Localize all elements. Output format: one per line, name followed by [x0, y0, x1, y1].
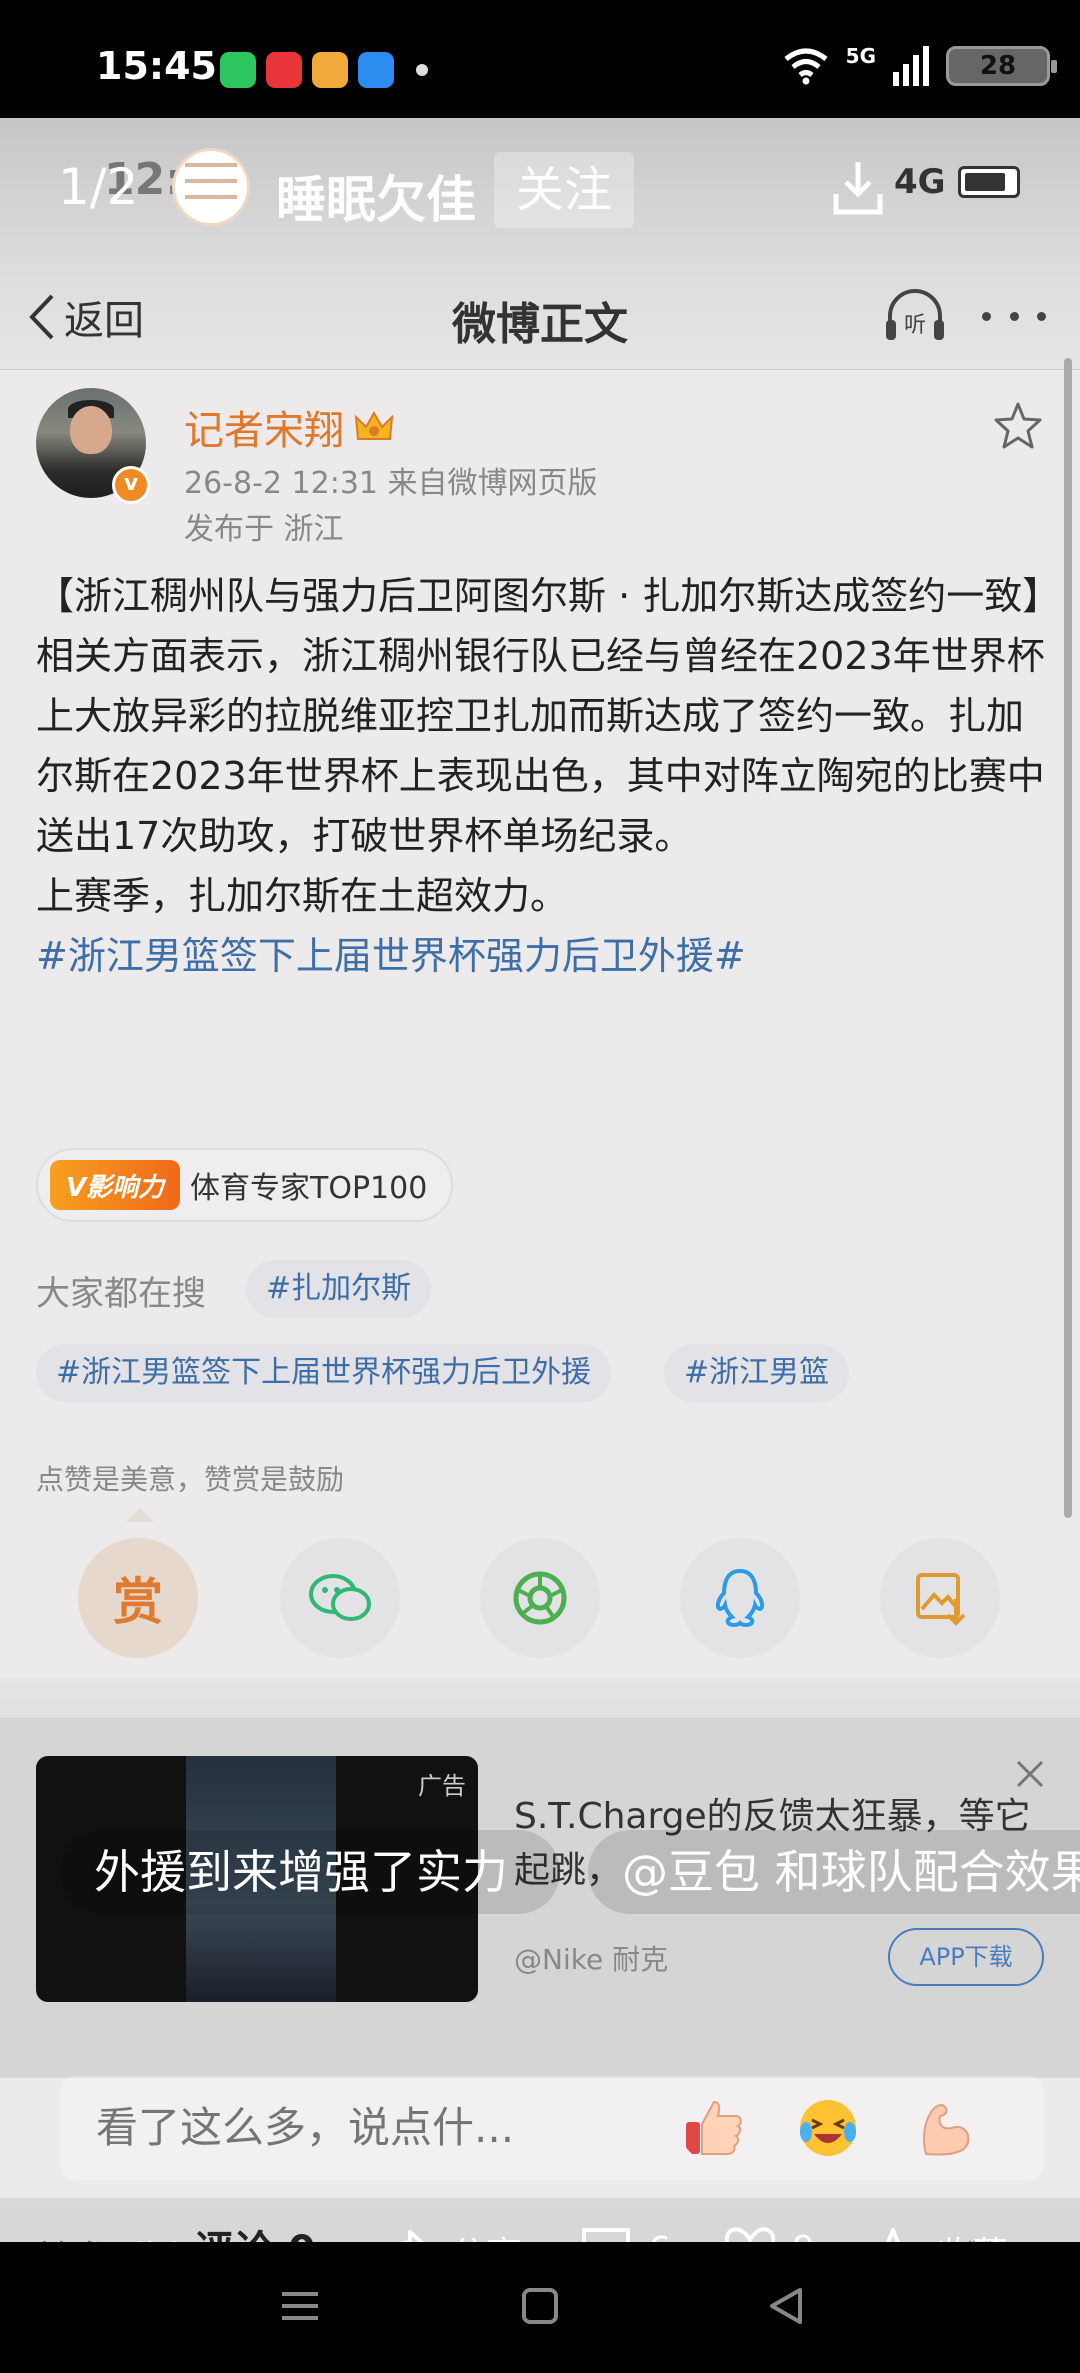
overlay-network: 4G	[894, 162, 946, 202]
account-avatar[interactable]	[172, 148, 250, 226]
comment-input[interactable]	[96, 2076, 656, 2180]
share-wechat-button[interactable]	[280, 1538, 400, 1658]
scrollbar[interactable]	[1064, 358, 1072, 1518]
post-paragraph-1: 相关方面表示，浙江稠州银行队已经与曾经在2023年世界杯上大放异彩的拉脱维亚控卫…	[36, 634, 1045, 858]
star-icon[interactable]	[992, 400, 1044, 452]
thumbs-up-emoji-icon[interactable]	[680, 2094, 748, 2162]
laughing-emoji-icon[interactable]	[794, 2094, 862, 2162]
system-nav-bar	[0, 2242, 1080, 2373]
comment-count: 6	[648, 2230, 671, 2243]
share-arrow-icon	[400, 2230, 425, 2242]
save-image-icon	[916, 1573, 966, 1626]
download-icon[interactable]	[830, 158, 886, 218]
overlay-battery-icon	[958, 166, 1020, 198]
influence-logo: V影响力	[50, 1160, 180, 1210]
comment-icon	[582, 2228, 630, 2242]
post-body: 【浙江稠州队与强力后卫阿图尔斯 · 扎加尔斯达成签约一致】 相关方面表示，浙江稠…	[36, 566, 1061, 986]
ad-label: 广告	[418, 1772, 466, 1800]
network-type: 5G	[845, 44, 876, 68]
share-qq-button[interactable]	[680, 1538, 800, 1658]
influence-badge[interactable]: V影响力 体育专家TOP100	[36, 1148, 454, 1222]
author-name[interactable]: 记者宋翔	[184, 398, 394, 456]
flexed-biceps-emoji-icon[interactable]	[912, 2094, 980, 2162]
more-options-button[interactable]	[982, 296, 1046, 336]
back-button[interactable]: 返回	[26, 288, 144, 346]
headphones-listen-icon[interactable]: 听	[882, 286, 948, 344]
hot-search-label: 大家都在搜	[36, 1274, 206, 1314]
star-outline-icon	[886, 2228, 900, 2242]
qq-icon	[715, 1568, 765, 1628]
video-app-icon	[312, 52, 348, 88]
notification-dot-icon	[416, 64, 428, 76]
signal-bars-icon	[893, 46, 929, 86]
comment-tab[interactable]: 评论 0	[194, 2218, 316, 2242]
search-tag-1[interactable]: #扎加尔斯	[246, 1260, 432, 1318]
post-meta: 26-8-2 12:31 来自微博网页版	[184, 466, 598, 501]
post-hashtag-link[interactable]: #浙江男篮签下上届世界杯强力后卫外援#	[36, 926, 1048, 986]
wechat-icon	[309, 1574, 371, 1621]
app-download-button[interactable]: APP下载	[888, 1928, 1044, 1986]
status-right: 5G 28	[782, 44, 1057, 86]
back-label: 返回	[64, 298, 144, 344]
status-app-icons	[220, 52, 428, 88]
reward-hint: 点赞是美意，赞赏是鼓励	[36, 1463, 345, 1496]
viewer-overlay-header: 12:4 1/2 睡眠欠佳 关注 4G	[0, 118, 1080, 260]
post-paragraph-2: 上赛季，扎加尔斯在土超效力。	[36, 874, 569, 918]
collapse-label: 收起	[128, 2230, 200, 2242]
ad-source: @Nike 耐克	[514, 1943, 669, 1976]
menu-icon[interactable]	[270, 2276, 330, 2336]
collapse-button[interactable]: 收起	[70, 2230, 200, 2242]
follow-button[interactable]: 关注	[494, 152, 634, 228]
signal-app-icon	[358, 52, 394, 88]
wifi-icon	[784, 48, 828, 85]
comment-button[interactable]: 6	[580, 2226, 671, 2242]
post-headline: 【浙江稠州队与强力后卫阿图尔斯 · 扎加尔斯达成签约一致】	[36, 574, 1061, 618]
save-image-button[interactable]	[880, 1538, 1000, 1658]
reward-label: 赏	[113, 1573, 163, 1631]
battery-level: 28	[946, 46, 1057, 86]
toutiao-icon	[266, 52, 302, 88]
search-tag-2[interactable]: #浙江男篮签下上届世界杯强力后卫外援	[36, 1344, 612, 1402]
home-icon[interactable]	[510, 2276, 570, 2336]
crown-icon	[354, 410, 394, 440]
like-count: 9	[792, 2229, 815, 2243]
status-bar: 15:45 5G 28	[0, 0, 1080, 118]
wechat-icon	[220, 52, 256, 88]
post-location: 发布于 浙江	[184, 512, 344, 547]
image-counter: 1/2	[58, 158, 139, 216]
nav-bar: 返回 微博正文 听	[0, 260, 1080, 370]
share-label: 分享	[450, 2226, 522, 2242]
close-icon[interactable]	[1010, 1754, 1050, 1794]
listen-label: 听	[904, 313, 926, 338]
comment-input-bar[interactable]	[60, 2076, 1044, 2180]
status-time: 15:45	[96, 44, 217, 88]
influence-text: 体育专家TOP100	[190, 1171, 428, 1206]
author-name-label: 记者宋翔	[184, 408, 344, 454]
reward-pointer	[126, 1508, 154, 1522]
weibo-post-screen: 12:4 1/2 睡眠欠佳 关注 4G 返回 微博正文 听 v 记者宋翔 26-…	[0, 118, 1080, 2242]
chevron-left-icon	[29, 294, 54, 340]
like-button[interactable]: 9	[724, 2226, 815, 2242]
search-tag-3[interactable]: #浙江男篮	[664, 1344, 850, 1402]
back-triangle-icon[interactable]	[756, 2276, 816, 2336]
heart-icon	[724, 2227, 776, 2242]
share-moments-button[interactable]	[480, 1538, 600, 1658]
verified-badge-icon: v	[112, 466, 150, 504]
account-name[interactable]: 睡眠欠佳	[276, 160, 476, 232]
moments-icon	[513, 1571, 567, 1625]
favorite-label: 收藏	[936, 2226, 1008, 2242]
favorite-button[interactable]: 收藏	[866, 2226, 1008, 2242]
danmaku-bubble[interactable]: 外援到来增强了实力	[60, 1830, 560, 1914]
share-button[interactable]: 分享	[378, 2226, 522, 2242]
danmaku-bubble[interactable]: @豆包 和球队配合效果	[588, 1830, 1080, 1914]
reward-button[interactable]: 赏	[78, 1538, 198, 1658]
